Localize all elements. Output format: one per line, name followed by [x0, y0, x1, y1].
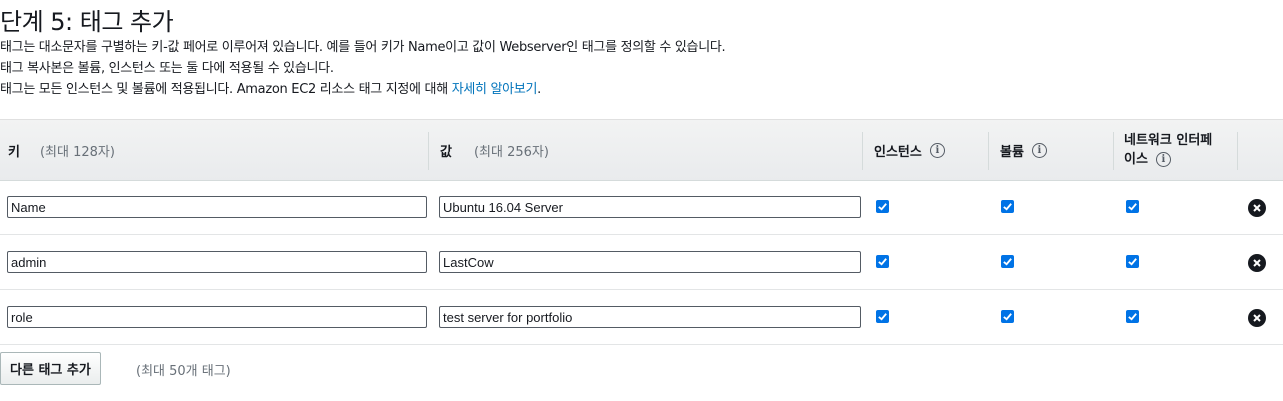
- column-header-key-hint: (최대 128자): [39, 144, 115, 160]
- column-header-network-interfaces: 네트워크 인터페 이스 i: [1124, 120, 1212, 180]
- column-header-volumes-label: 볼륨: [1000, 144, 1024, 160]
- learn-more-link[interactable]: 자세히 알아보기: [452, 82, 538, 97]
- info-icon[interactable]: i: [929, 142, 945, 158]
- tag-key-input[interactable]: [7, 196, 427, 218]
- volumes-checkbox[interactable]: [1001, 310, 1014, 323]
- remove-tag-button[interactable]: [1248, 309, 1266, 327]
- column-header-value: 값 (최대 256자): [440, 120, 549, 180]
- close-icon: [1253, 204, 1261, 212]
- network-interfaces-checkbox[interactable]: [1126, 310, 1139, 323]
- info-icon[interactable]: i: [1155, 152, 1171, 167]
- page-title: 단계 5: 태그 추가: [0, 8, 174, 36]
- network-interfaces-checkbox[interactable]: [1126, 255, 1139, 268]
- add-another-tag-button[interactable]: 다른 태그 추가: [0, 352, 101, 385]
- description-line-3-text: 태그는 모든 인스턴스 및 볼륨에 적용됩니다. Amazon EC2 리소스 …: [0, 82, 452, 97]
- tag-value-input[interactable]: [439, 306, 861, 328]
- tag-key-input[interactable]: [7, 306, 427, 328]
- instances-checkbox[interactable]: [876, 310, 889, 323]
- close-icon: [1253, 314, 1261, 322]
- column-header-network-label-1: 네트워크 인터페: [1124, 133, 1213, 148]
- column-header-instances-label: 인스턴스: [874, 144, 922, 160]
- description-line-1: 태그는 대소문자를 구별하는 키-값 페어로 이루어져 있습니다. 예를 들어 …: [0, 40, 726, 55]
- column-header-value-label: 값: [440, 144, 452, 160]
- instances-checkbox[interactable]: [876, 255, 889, 268]
- volumes-checkbox[interactable]: [1001, 200, 1014, 213]
- checkmark-icon: [1003, 203, 1012, 211]
- info-icon[interactable]: i: [1031, 142, 1047, 158]
- checkmark-icon: [1003, 258, 1012, 266]
- column-header-network-label-2: 이스 i: [1124, 150, 1171, 169]
- tags-table-header: 키 (최대 128자) 값 (최대 256자) 인스턴스 i 볼륨 i 네트워크…: [0, 119, 1283, 181]
- column-separator: [988, 132, 989, 170]
- column-separator: [862, 132, 863, 170]
- column-separator: [1113, 132, 1114, 170]
- checkmark-icon: [878, 203, 887, 211]
- column-header-key: 키 (최대 128자): [8, 120, 115, 180]
- checkmark-icon: [878, 258, 887, 266]
- volumes-checkbox[interactable]: [1001, 255, 1014, 268]
- instances-checkbox[interactable]: [876, 200, 889, 213]
- network-interfaces-checkbox[interactable]: [1126, 200, 1139, 213]
- column-header-key-label: 키: [8, 144, 20, 160]
- remove-tag-button[interactable]: [1248, 199, 1266, 217]
- tag-value-input[interactable]: [439, 251, 861, 273]
- table-row: [0, 290, 1283, 345]
- column-header-volumes: 볼륨 i: [1000, 120, 1047, 180]
- table-row: [0, 235, 1283, 290]
- description-line-3-suffix: .: [537, 82, 541, 97]
- checkmark-icon: [1128, 313, 1137, 321]
- checkmark-icon: [1128, 203, 1137, 211]
- description-line-3: 태그는 모든 인스턴스 및 볼륨에 적용됩니다. Amazon EC2 리소스 …: [0, 78, 541, 97]
- checkmark-icon: [1128, 258, 1137, 266]
- tag-value-input[interactable]: [439, 196, 861, 218]
- checkmark-icon: [878, 313, 887, 321]
- close-icon: [1253, 259, 1261, 267]
- column-header-network-label-2-text: 이스: [1124, 152, 1148, 167]
- description-line-2: 태그 복사본은 볼륨, 인스턴스 또는 둘 다에 적용될 수 있습니다.: [0, 61, 334, 76]
- column-header-value-hint: (최대 256자): [473, 144, 549, 160]
- tag-key-input[interactable]: [7, 251, 427, 273]
- tag-limit-hint: (최대 50개 태그): [136, 364, 231, 379]
- column-separator: [1237, 132, 1238, 170]
- remove-tag-button[interactable]: [1248, 254, 1266, 272]
- column-separator: [428, 132, 429, 170]
- table-row: [0, 180, 1283, 235]
- checkmark-icon: [1003, 313, 1012, 321]
- column-header-instances: 인스턴스 i: [874, 120, 945, 180]
